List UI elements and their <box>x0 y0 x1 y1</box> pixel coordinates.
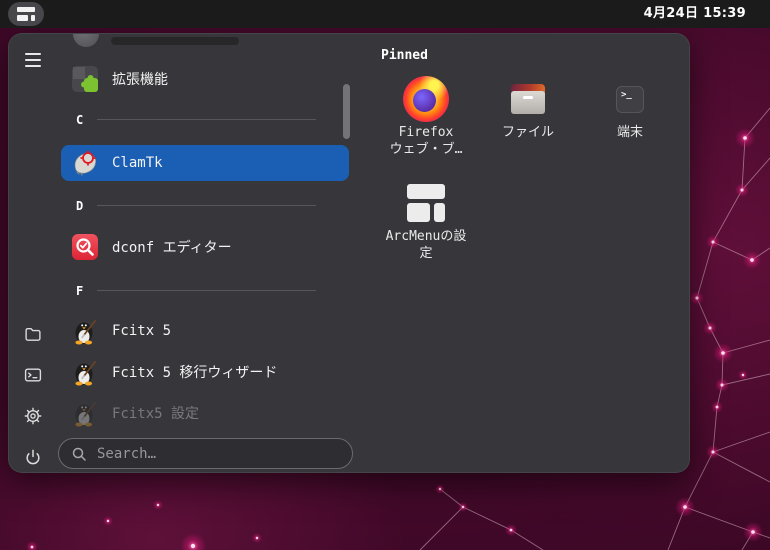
gear-icon <box>24 407 42 425</box>
search-icon <box>72 447 86 461</box>
sidebar-item-power[interactable] <box>21 445 45 469</box>
clock[interactable]: 4月24日 15:39 <box>644 0 746 28</box>
top-bar: 4月24日 15:39 <box>0 0 770 28</box>
app-label: ClamTk <box>112 155 163 171</box>
section-divider <box>97 205 316 206</box>
search-input[interactable] <box>95 444 340 463</box>
fcitx-tux-icon <box>75 402 96 427</box>
app-row-fcitx5-config[interactable]: Fcitx5 設定 <box>61 395 349 431</box>
sidebar-item-files[interactable] <box>21 322 45 346</box>
app-label: dconf エディター <box>112 240 232 256</box>
app-row-extensions[interactable]: 拡張機能 <box>61 61 349 97</box>
clamtk-icon <box>74 150 96 176</box>
arcmenu-settings-icon <box>407 184 445 222</box>
pinned-label: ファイル <box>501 125 554 140</box>
power-icon <box>26 449 40 465</box>
partial-app-label <box>111 37 239 45</box>
section-divider <box>97 119 316 120</box>
partial-app-icon <box>73 34 99 47</box>
section-header-d: D <box>76 199 84 213</box>
pinned-item-files[interactable]: ファイル <box>477 72 579 160</box>
pinned-label: ArcMenuの設 <box>385 229 467 244</box>
app-label: Fcitx5 設定 <box>112 406 200 422</box>
firefox-icon <box>403 76 449 122</box>
pinned-label: 端末 <box>616 125 643 140</box>
search-box <box>58 438 353 469</box>
sidebar-item-terminal[interactable] <box>21 363 45 387</box>
app-label: 拡張機能 <box>112 72 168 88</box>
fcitx-tux-icon <box>75 320 96 345</box>
pinned-header: Pinned <box>381 48 428 63</box>
pinned-item-firefox[interactable]: Firefox ウェブ・ブ… <box>375 72 477 160</box>
folder-icon <box>25 328 41 341</box>
fcitx-tux-icon <box>75 361 96 386</box>
files-folder-icon <box>511 84 545 114</box>
pinned-item-arcmenu-settings[interactable]: ArcMenuの設 定 <box>375 176 477 264</box>
pinned-label: 定 <box>419 246 433 261</box>
arcmenu-layout-icon <box>17 7 35 21</box>
app-row-clamtk[interactable]: ClamTk <box>61 145 349 181</box>
pinned-item-terminal[interactable]: >_ 端末 <box>579 72 681 160</box>
terminal-icon: >_ <box>616 85 644 113</box>
section-header-f: F <box>76 284 84 298</box>
section-divider <box>97 290 316 291</box>
app-row-fcitx5-wizard[interactable]: Fcitx 5 移行ウィザード <box>61 354 349 390</box>
extensions-icon <box>72 66 98 92</box>
app-label: Fcitx 5 移行ウィザード <box>112 365 278 381</box>
sidebar-item-settings[interactable] <box>21 404 45 428</box>
arcmenu-button[interactable] <box>8 2 44 26</box>
menu-toggle-button[interactable] <box>21 48 45 72</box>
pinned-label: ウェブ・ブ… <box>389 142 463 157</box>
terminal-icon <box>24 368 42 382</box>
pinned-label: Firefox <box>398 125 454 140</box>
dconf-editor-icon <box>72 234 98 260</box>
section-header-c: C <box>76 113 84 127</box>
arcmenu-panel: 拡張機能 C ClamTk D dconf エディター F Fcitx 5 Fc… <box>8 33 690 473</box>
app-row-dconf-editor[interactable]: dconf エディター <box>61 229 349 265</box>
app-list-scrollbar[interactable] <box>343 84 350 139</box>
app-row-fcitx5[interactable]: Fcitx 5 <box>61 313 349 349</box>
hamburger-icon <box>25 53 41 67</box>
app-label: Fcitx 5 <box>112 323 172 339</box>
pinned-grid: Firefox ウェブ・ブ… ファイル >_ 端末 ArcMenuの設 定 <box>375 72 681 264</box>
